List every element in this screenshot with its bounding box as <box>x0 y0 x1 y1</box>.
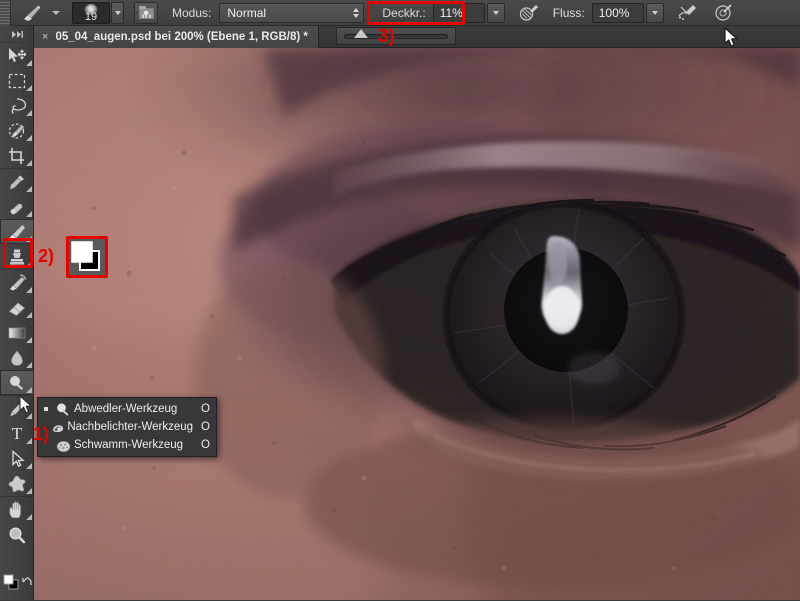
tool-group-corner-icon <box>26 463 32 469</box>
image-canvas[interactable] <box>34 48 800 600</box>
tool-group-corner-icon <box>26 312 32 318</box>
photoshop-window: 19 Modus: Normal Deckkr.: 11% Fluss: 100… <box>0 0 800 600</box>
tool-group-corner-icon <box>26 337 32 343</box>
tool-group-corner-icon <box>26 362 32 368</box>
flyout-item-label: Abwedler-Werkzeug <box>74 403 178 415</box>
brush-panel-toggle-button[interactable] <box>134 1 158 24</box>
tool-gradient[interactable] <box>0 320 34 345</box>
tool-type[interactable]: T <box>0 421 34 446</box>
airbrush-icon[interactable] <box>677 2 699 24</box>
tool-history-brush[interactable] <box>0 269 34 295</box>
flow-value: 100% <box>598 5 630 20</box>
tool-group-corner-icon <box>26 514 32 520</box>
flyout-item-label: Nachbelichter-Werkzeug <box>67 421 194 433</box>
current-tool-icon[interactable] <box>19 3 45 23</box>
tool-flyout-menu[interactable]: Abwedler-Werkzeug O Nachbelichter-Werkze… <box>37 397 217 457</box>
tool-dodge[interactable] <box>0 370 34 395</box>
toolbox-collapse-button[interactable] <box>0 26 34 43</box>
tool-move[interactable] <box>0 43 34 68</box>
opacity-value: 11% <box>439 5 463 20</box>
burn-icon <box>50 420 68 435</box>
options-bar-drag-grip[interactable] <box>0 0 11 26</box>
opacity-slider-track[interactable] <box>344 28 448 39</box>
brush-preset-chevron-down-icon[interactable] <box>111 1 124 24</box>
annotation-label-3: 3) <box>378 26 395 47</box>
eye-photograph <box>34 48 800 600</box>
flyout-item-dodge[interactable]: Abwedler-Werkzeug O <box>38 400 216 418</box>
tablet-pressure-size-icon[interactable] <box>713 2 735 24</box>
tool-blur[interactable] <box>0 345 34 370</box>
flow-chevron-down-icon[interactable] <box>645 2 664 23</box>
toolbox: T <box>0 26 34 600</box>
tool-group-corner-icon <box>26 186 32 192</box>
flyout-item-shortcut: O <box>201 403 210 415</box>
tool-eyedropper[interactable] <box>0 168 34 194</box>
blend-mode-value: Normal <box>227 5 267 20</box>
brush-size-value: 19 <box>84 10 98 23</box>
tool-eraser[interactable] <box>0 295 34 320</box>
tool-group-corner-icon <box>26 60 32 66</box>
opacity-slider-thumb[interactable] <box>354 28 368 38</box>
flow-input[interactable]: 100% <box>591 2 644 23</box>
tool-clone-stamp[interactable] <box>0 244 34 269</box>
tool-crop[interactable] <box>0 143 34 168</box>
tool-group-corner-icon <box>26 211 32 217</box>
opacity-input[interactable]: 11% <box>432 2 485 23</box>
tool-group-corner-icon <box>26 135 32 141</box>
tool-group-corner-icon <box>26 287 32 293</box>
blend-mode-select[interactable]: Normal <box>219 2 365 23</box>
tool-rectangular-marquee[interactable] <box>0 68 34 93</box>
tool-brush[interactable] <box>0 219 34 244</box>
tool-group-corner-icon <box>26 236 32 242</box>
opacity-slider-popup[interactable] <box>336 27 456 45</box>
tool-group-corner-icon <box>26 261 32 267</box>
flyout-item-shortcut: O <box>201 439 210 451</box>
mode-label: Modus: <box>172 5 212 20</box>
dodge-icon <box>52 402 74 417</box>
brush-size-field[interactable]: 19 <box>72 1 110 24</box>
tool-zoom[interactable] <box>0 522 34 547</box>
flyout-item-sponge[interactable]: Schwamm-Werkzeug O <box>38 436 216 454</box>
tool-group-corner-icon <box>26 387 32 393</box>
toolbox-pointer-icon <box>19 395 33 414</box>
close-icon[interactable]: × <box>42 31 48 43</box>
flow-label: Fluss: <box>552 5 585 20</box>
flyout-item-shortcut: O <box>201 421 210 433</box>
flyout-item-burn[interactable]: Nachbelichter-Werkzeug O <box>38 418 216 436</box>
tool-group-corner-icon <box>26 438 32 444</box>
tool-lasso[interactable] <box>0 93 34 118</box>
opacity-label: Deckkr.: <box>382 5 426 20</box>
document-tab[interactable]: × 05_04_augen.psd bei 200% (Ebene 1, RGB… <box>34 26 319 48</box>
options-bar: 19 Modus: Normal Deckkr.: 11% Fluss: 100… <box>0 0 800 26</box>
annotation-label-2: 2) <box>38 246 55 266</box>
flyout-item-label: Schwamm-Werkzeug <box>74 439 184 451</box>
tool-path-selection[interactable] <box>0 446 34 471</box>
tool-group-corner-icon <box>26 85 32 91</box>
tool-hand[interactable] <box>0 496 34 522</box>
opacity-chevron-down-icon[interactable] <box>486 2 505 23</box>
tool-group-corner-icon <box>26 160 32 166</box>
foreground-background-color-swatches[interactable] <box>69 239 105 275</box>
tool-healing-brush[interactable] <box>0 194 34 219</box>
sponge-icon <box>52 438 74 453</box>
tool-preset-chevron-down-icon[interactable] <box>52 10 60 15</box>
tool-custom-shape[interactable] <box>0 471 34 496</box>
type-T-icon: T <box>11 424 23 443</box>
selected-bullet-icon <box>40 407 52 411</box>
annotation-label-1: 1) <box>33 424 50 444</box>
document-tab-title: 05_04_augen.psd bei 200% (Ebene 1, RGB/8… <box>55 31 308 43</box>
tablet-pressure-opacity-icon[interactable] <box>519 2 541 24</box>
toolbox-color-swatches[interactable] <box>3 574 33 596</box>
chevron-updown-icon <box>353 7 360 18</box>
tool-group-corner-icon <box>26 110 32 116</box>
tool-group-corner-icon <box>26 488 32 494</box>
tool-quick-selection[interactable] <box>0 118 34 143</box>
